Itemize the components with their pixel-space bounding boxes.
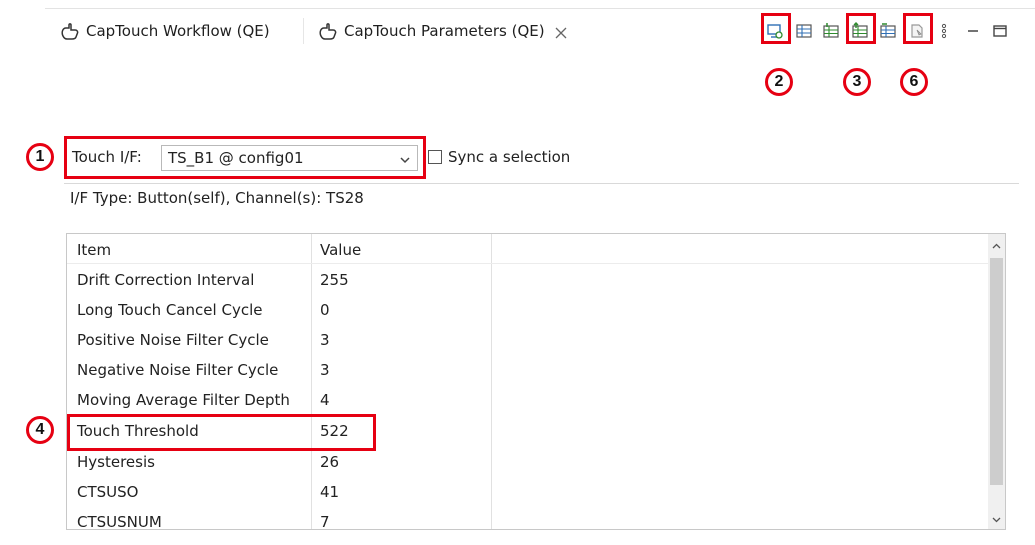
table-view-icon[interactable] <box>795 22 813 40</box>
annotation-box-touch-if <box>64 136 426 179</box>
annotation-box-export <box>846 13 876 44</box>
column-divider <box>311 234 312 529</box>
column-header-value[interactable]: Value <box>320 241 361 259</box>
parameter-table[interactable]: Item Value Drift Correction Interval 255… <box>66 233 1006 530</box>
annotation-marker-1: 1 <box>26 143 54 171</box>
tab-separator <box>303 18 304 44</box>
table-row-value[interactable]: 3 <box>320 361 330 379</box>
annotation-marker-6: 6 <box>900 68 928 96</box>
captouch-hand-icon <box>60 22 82 40</box>
annotation-marker-4: 4 <box>26 416 54 444</box>
captouch-hand-icon <box>318 22 340 40</box>
sync-selection-checkbox[interactable] <box>428 150 442 164</box>
table-row-item[interactable]: Moving Average Filter Depth <box>77 391 290 409</box>
annotation-marker-2: 2 <box>765 68 793 96</box>
tab-label: CapTouch Workflow (QE) <box>86 22 270 40</box>
table-row-item[interactable]: Long Touch Cancel Cycle <box>77 301 262 319</box>
table-row-item[interactable]: Positive Noise Filter Cycle <box>77 331 269 349</box>
chevron-up-icon[interactable] <box>991 240 1002 251</box>
header-divider <box>67 263 1005 264</box>
divider <box>64 183 1019 184</box>
column-divider <box>491 234 492 529</box>
tab-label: CapTouch Parameters (QE) <box>344 22 545 40</box>
maximize-icon[interactable] <box>991 22 1009 40</box>
table-row-value[interactable]: 26 <box>320 453 339 471</box>
table-row-value[interactable]: 4 <box>320 391 330 409</box>
tab-captouch-workflow[interactable]: CapTouch Workflow (QE) <box>60 14 270 48</box>
annotation-marker-3: 3 <box>843 68 871 96</box>
if-type-info: I/F Type: Button(self), Channel(s): TS28 <box>70 189 364 207</box>
annotation-box-copy <box>903 13 933 44</box>
table-row-item[interactable]: Hysteresis <box>77 453 155 471</box>
table-row-item[interactable]: Negative Noise Filter Cycle <box>77 361 278 379</box>
view-menu-icon[interactable] <box>935 22 953 40</box>
table-row-value[interactable]: 7 <box>320 513 330 529</box>
scrollbar-thumb[interactable] <box>990 258 1003 485</box>
annotation-box-monitor <box>761 13 791 44</box>
close-icon[interactable] <box>555 25 567 39</box>
chevron-down-icon[interactable] <box>991 513 1002 524</box>
table-row-value[interactable]: 41 <box>320 483 339 501</box>
annotation-box-touch-threshold <box>67 414 376 451</box>
table-compare-icon[interactable] <box>879 22 897 40</box>
table-row-value[interactable]: 0 <box>320 301 330 319</box>
tab-captouch-parameters[interactable]: CapTouch Parameters (QE) <box>318 14 567 48</box>
table-row-value[interactable]: 3 <box>320 331 330 349</box>
sync-selection-label: Sync a selection <box>448 148 571 166</box>
column-header-item[interactable]: Item <box>77 241 111 259</box>
table-row-item[interactable]: CTSUSO <box>77 483 138 501</box>
table-row-value[interactable]: 255 <box>320 271 349 289</box>
minimize-icon[interactable] <box>964 22 982 40</box>
tabbar-top-border <box>45 8 1035 9</box>
table-row-item[interactable]: CTSUSNUM <box>77 513 162 529</box>
table-import-icon[interactable] <box>822 22 840 40</box>
table-row-item[interactable]: Drift Correction Interval <box>77 271 254 289</box>
